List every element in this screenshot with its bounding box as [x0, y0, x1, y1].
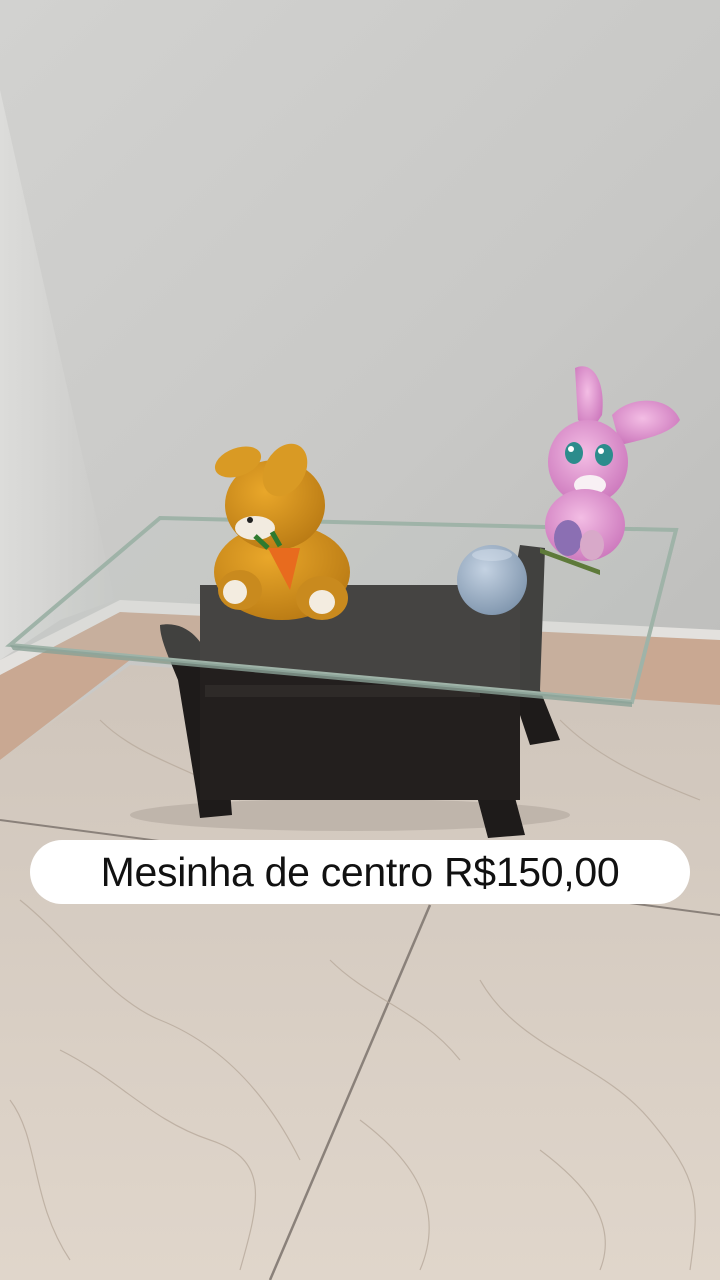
blue-ball — [457, 545, 527, 615]
photo-scene: Mesinha de centro R$150,00 — [0, 0, 720, 1280]
caption-text: Mesinha de centro R$150,00 — [100, 848, 620, 895]
price-caption: Mesinha de centro R$150,00 — [30, 840, 690, 904]
photo-illustration — [0, 0, 720, 1280]
